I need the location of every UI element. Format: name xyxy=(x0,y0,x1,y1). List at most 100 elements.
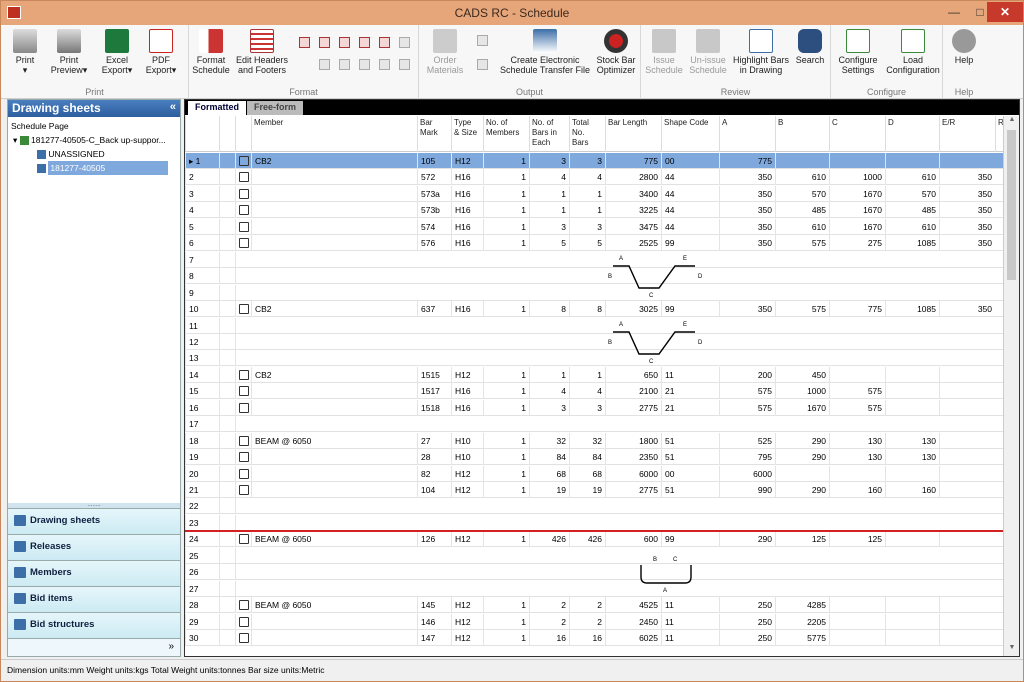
cell-member[interactable] xyxy=(251,185,417,202)
scroll-up-icon[interactable]: ▲ xyxy=(1004,116,1020,128)
cell-shape[interactable]: 99 xyxy=(661,301,719,318)
cell-a[interactable]: 990 xyxy=(719,482,775,498)
format-tool-icon[interactable] xyxy=(319,37,330,48)
cell-member[interactable] xyxy=(251,482,417,498)
cell-mark[interactable]: 576 xyxy=(417,235,451,252)
table-row[interactable]: 11 xyxy=(185,317,1003,334)
cell-a[interactable]: 350 xyxy=(719,169,775,186)
table-row[interactable]: 18 BEAM @ 6050 27 H10 1 32 32 1800 51 525 290 130 13… xyxy=(185,432,1003,449)
cell-e[interactable] xyxy=(939,465,995,482)
cell-e[interactable] xyxy=(939,366,995,383)
cell-each[interactable]: 4 xyxy=(529,383,569,400)
cell-mark[interactable]: 105 xyxy=(417,153,451,169)
expand-icon[interactable]: ▾ xyxy=(13,135,17,145)
cell-total[interactable]: 5 xyxy=(569,235,605,252)
row-number[interactable]: 13 xyxy=(185,350,219,367)
column-header[interactable]: R xyxy=(995,116,1003,152)
cell-mark[interactable]: 1518 xyxy=(417,399,451,416)
cell-member[interactable]: BEAM @ 6050 xyxy=(251,531,417,548)
cell-each[interactable]: 1 xyxy=(529,202,569,219)
cell-len[interactable]: 600 xyxy=(605,531,661,548)
row-number[interactable]: 26 xyxy=(185,564,219,581)
cell-c[interactable]: 1670 xyxy=(829,185,885,202)
format-tool-icon[interactable] xyxy=(299,37,310,48)
table-row[interactable]: 29 146 H12 1 2 2 2450 11 250 2205 xyxy=(185,613,1003,630)
nav-bid-structures[interactable]: Bid structures xyxy=(8,612,180,638)
format-schedule-button[interactable]: Format Schedule xyxy=(191,29,231,75)
cell-d[interactable] xyxy=(885,613,939,630)
row-number[interactable]: 23 xyxy=(185,514,219,531)
cell-member[interactable]: CB2 xyxy=(251,153,417,169)
cell-d[interactable]: 1085 xyxy=(885,301,939,318)
column-header[interactable]: A xyxy=(719,116,775,152)
cell-total[interactable]: 3 xyxy=(569,399,605,416)
cell-len[interactable]: 2800 xyxy=(605,169,661,186)
cell-total[interactable]: 3 xyxy=(569,218,605,235)
cell-len[interactable]: 775 xyxy=(605,153,661,169)
cell-c[interactable] xyxy=(829,613,885,630)
cell-d[interactable]: 130 xyxy=(885,432,939,449)
cell-len[interactable]: 6025 xyxy=(605,630,661,647)
format-tool-icon[interactable] xyxy=(379,59,390,70)
cell-each[interactable]: 5 xyxy=(529,235,569,252)
cell-d[interactable] xyxy=(885,531,939,548)
cell-shape[interactable]: 11 xyxy=(661,630,719,647)
column-header[interactable] xyxy=(185,116,219,152)
column-header[interactable] xyxy=(235,116,251,152)
cell-b[interactable] xyxy=(775,465,829,482)
nav-releases[interactable]: Releases xyxy=(8,534,180,560)
cell-type[interactable]: H16 xyxy=(451,301,483,318)
table-row[interactable]: 10 CB2 637 H16 1 8 8 3025 99 350 575 775 1085 350 xyxy=(185,301,1003,318)
cell-b[interactable]: 1670 xyxy=(775,399,829,416)
cell-len[interactable]: 4525 xyxy=(605,597,661,614)
help-button[interactable]: Help xyxy=(947,29,981,65)
cell-shape[interactable]: 11 xyxy=(661,597,719,614)
cell-shape[interactable]: 99 xyxy=(661,531,719,548)
cell-total[interactable]: 3 xyxy=(569,153,605,169)
row-number[interactable]: 8 xyxy=(185,268,219,285)
table-row[interactable]: 14 CB2 1515 H12 1 1 1 650 11 200 450 xyxy=(185,366,1003,383)
cell-type[interactable]: H16 xyxy=(451,169,483,186)
cell-b[interactable]: 4285 xyxy=(775,597,829,614)
issue-schedule-button[interactable]: Issue Schedule xyxy=(643,29,685,75)
cell-mark[interactable]: 126 xyxy=(417,531,451,548)
cell-member[interactable] xyxy=(251,235,417,252)
cell-shape[interactable]: 44 xyxy=(661,169,719,186)
cell-b[interactable]: 450 xyxy=(775,366,829,383)
cell-member[interactable] xyxy=(251,399,417,416)
table-row[interactable]: 25 xyxy=(185,547,1003,564)
column-header[interactable]: No. of Members xyxy=(483,116,529,152)
cell-each[interactable]: 8 xyxy=(529,301,569,318)
column-header[interactable]: Total No. Bars xyxy=(569,116,605,152)
cell-mem[interactable]: 1 xyxy=(483,465,529,482)
scroll-down-icon[interactable]: ▼ xyxy=(1004,644,1020,656)
cell-total[interactable]: 2 xyxy=(569,597,605,614)
row-number[interactable]: 17 xyxy=(185,416,219,433)
tab-free-form[interactable]: Free-form xyxy=(247,101,304,115)
row-number[interactable]: 11 xyxy=(185,317,219,334)
table-row[interactable]: 7 xyxy=(185,251,1003,268)
cell-len[interactable]: 6000 xyxy=(605,465,661,482)
vertical-scrollbar[interactable]: ▲ ▼ xyxy=(1003,116,1019,656)
row-number[interactable]: 10 xyxy=(185,301,219,318)
print-preview-button[interactable]: Print Preview▾ xyxy=(47,29,91,75)
cell-c[interactable]: 130 xyxy=(829,432,885,449)
cell-total[interactable]: 1 xyxy=(569,366,605,383)
cell-a[interactable]: 575 xyxy=(719,383,775,400)
cell-b[interactable]: 1000 xyxy=(775,383,829,400)
cell-a[interactable]: 350 xyxy=(719,185,775,202)
cell-b[interactable]: 610 xyxy=(775,169,829,186)
cell-len[interactable]: 2775 xyxy=(605,399,661,416)
cell-a[interactable]: 525 xyxy=(719,432,775,449)
row-number[interactable]: 30 xyxy=(185,630,219,647)
table-row[interactable]: 19 28 H10 1 84 84 2350 51 795 290 130 130 xyxy=(185,449,1003,466)
cell-b[interactable]: 290 xyxy=(775,449,829,466)
cell-d[interactable]: 610 xyxy=(885,218,939,235)
cell-e[interactable] xyxy=(939,630,995,647)
row-number[interactable]: 4 xyxy=(185,202,219,219)
cell-each[interactable]: 3 xyxy=(529,399,569,416)
cell-mark[interactable]: 573b xyxy=(417,202,451,219)
cell-member[interactable]: CB2 xyxy=(251,366,417,383)
row-number[interactable]: 16 xyxy=(185,399,219,416)
cell-type[interactable]: H16 xyxy=(451,185,483,202)
